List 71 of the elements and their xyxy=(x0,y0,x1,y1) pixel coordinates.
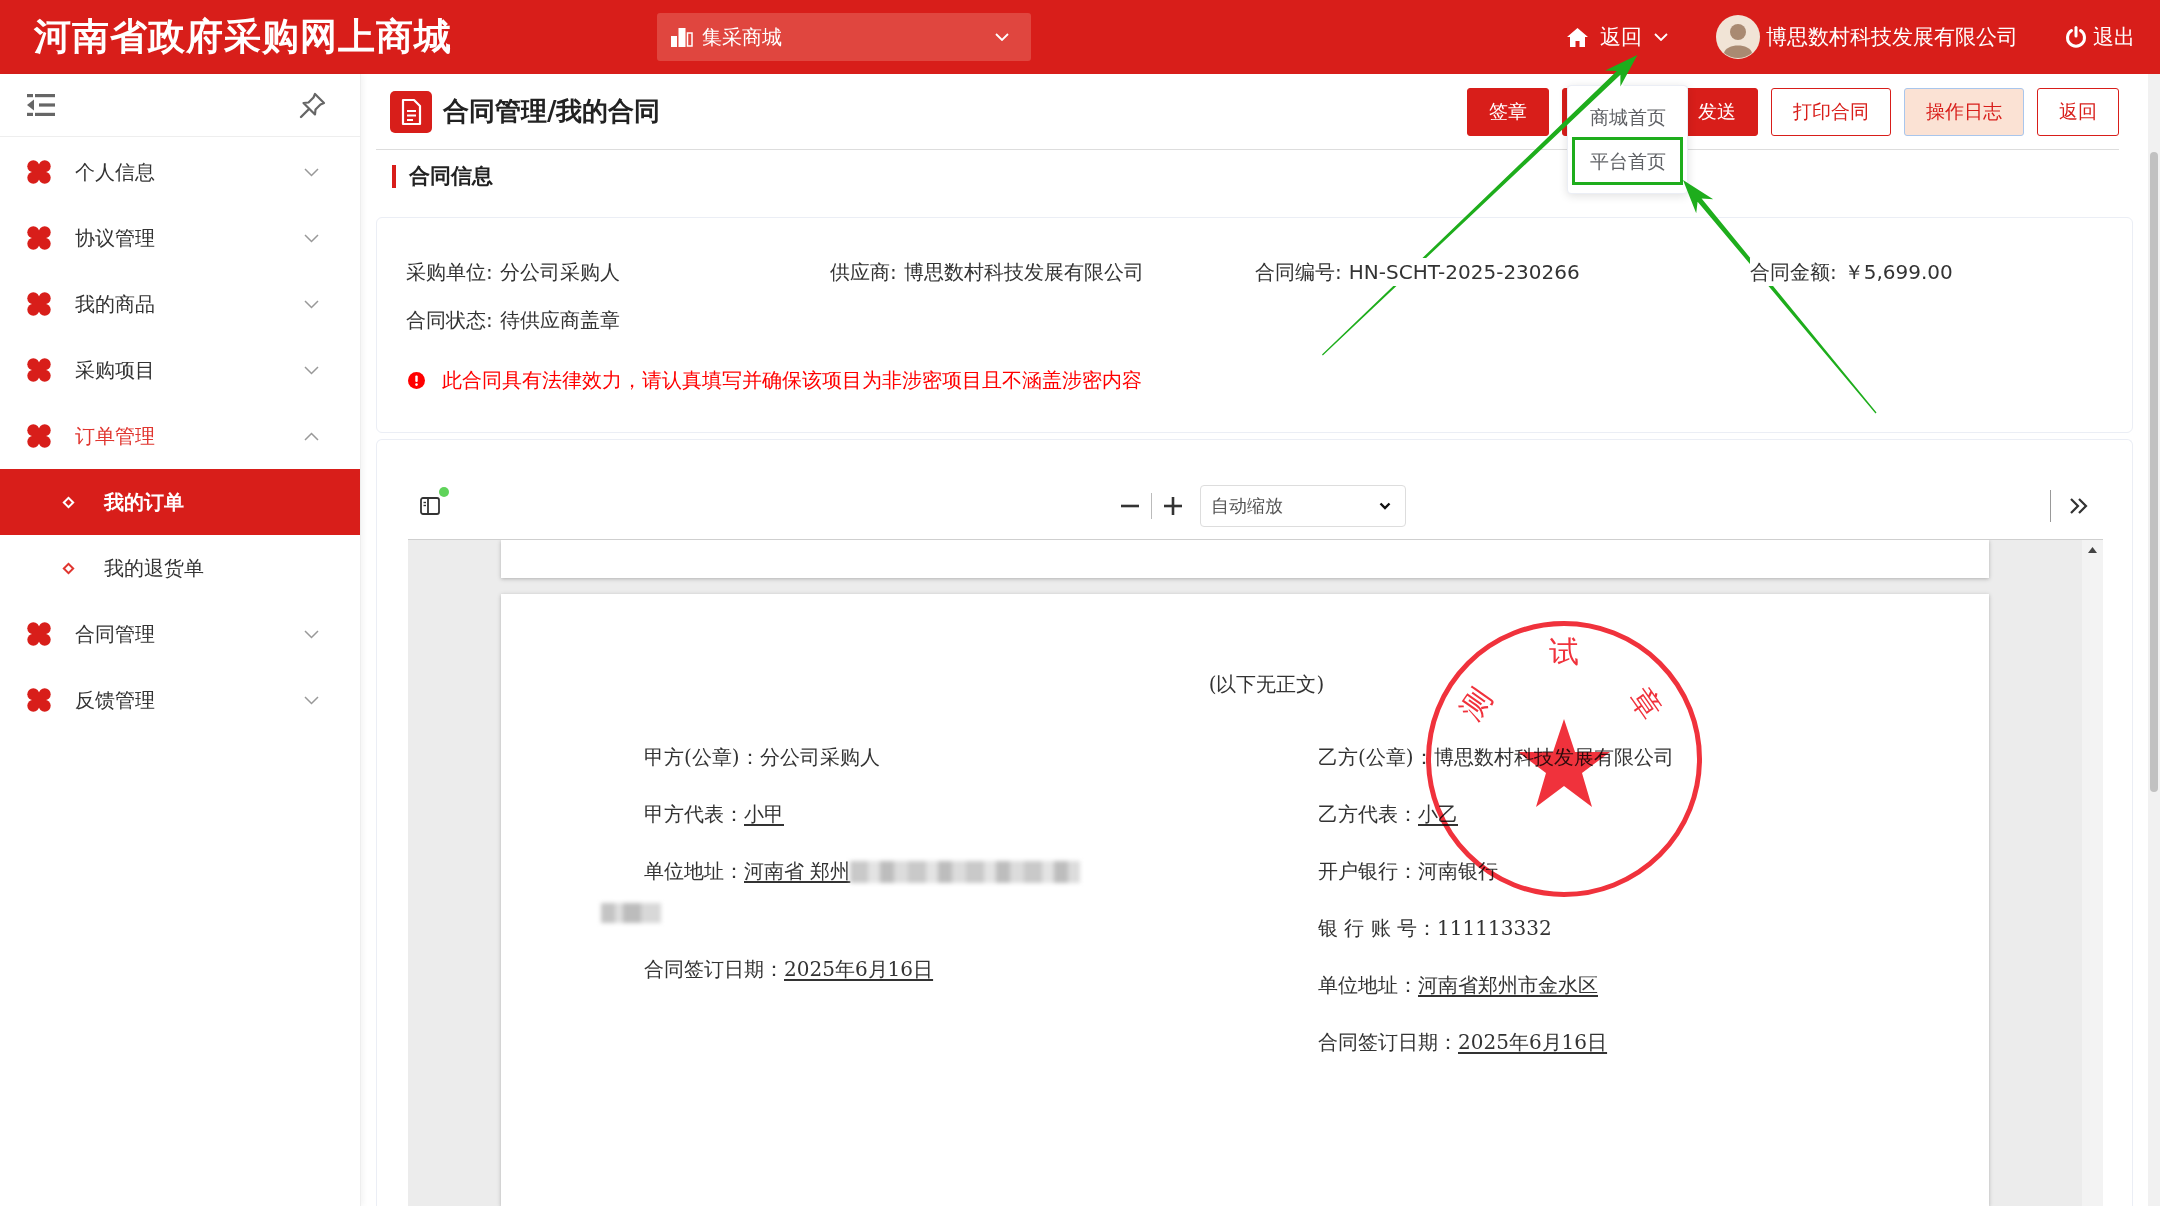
action-button[interactable]: 打印合同 xyxy=(1771,87,1891,136)
clover-icon xyxy=(27,424,51,448)
action-button[interactable]: 操作日志 xyxy=(1904,87,2024,136)
document-value: 111113332 xyxy=(1437,915,1552,942)
document-label: 开户银行： xyxy=(1318,858,1418,885)
document-label: 合同签订日期： xyxy=(644,956,784,983)
sidebar-item[interactable]: 个人信息 xyxy=(0,139,360,205)
clover-icon xyxy=(27,160,51,184)
document-label: 甲方(公章)： xyxy=(644,744,760,771)
scroll-up-icon[interactable] xyxy=(2088,547,2097,553)
caret-icon xyxy=(1378,502,1391,510)
document-value: 河南省郑州市金水区 xyxy=(1418,972,1598,999)
stamp-text: 测 xyxy=(1454,682,1498,726)
scrollbar-thumb[interactable] xyxy=(2150,152,2158,792)
clover-icon xyxy=(27,358,51,382)
user-name[interactable]: 博思数村科技发展有限公司 xyxy=(1766,23,2018,51)
caret-icon xyxy=(1654,33,1668,41)
power-icon xyxy=(2065,26,2087,48)
document-value: 2025年6月16日 xyxy=(784,956,934,983)
warning-text: 此合同具有法律效力，请认真填写并确保该项目为非涉密项目且不涵盖涉密内容 xyxy=(442,367,1142,394)
clover-icon xyxy=(27,688,51,712)
logout-button[interactable]: 退出 xyxy=(2065,23,2135,51)
document-label: 乙方代表： xyxy=(1318,801,1418,828)
sidebar-item[interactable]: 我的商品 xyxy=(0,271,360,337)
zoom-select[interactable]: 自动缩放 xyxy=(1199,485,1406,527)
sidebar-item[interactable]: 反馈管理 xyxy=(0,667,360,733)
diamond-icon xyxy=(62,495,75,509)
caret-icon xyxy=(995,33,1009,41)
document-value: 河南省 郑州 xyxy=(744,858,851,885)
action-button[interactable]: 返回 xyxy=(2037,87,2119,136)
field-value: HN-SCHT-2025-230266 xyxy=(1348,258,1580,286)
document-label: 乙方(公章)： xyxy=(1318,744,1434,771)
document-label: 银 行 账 号： xyxy=(1318,915,1438,942)
stamp-text: 试 xyxy=(1549,636,1579,668)
sidebar-item[interactable]: 合同管理 xyxy=(0,601,360,667)
dropdown-item[interactable]: 平台首页 xyxy=(1575,140,1680,182)
document-value: 小甲 xyxy=(744,801,784,828)
document-label: 合同签订日期： xyxy=(1318,1029,1458,1056)
document-label: 单位地址： xyxy=(1318,972,1418,999)
stamp-text: 章 xyxy=(1624,682,1668,726)
mall-select[interactable]: 集采商城 xyxy=(657,13,1031,61)
sidebar-icon[interactable] xyxy=(420,496,440,516)
sidebar-subitem[interactable]: 我的订单 xyxy=(0,469,360,535)
clover-icon xyxy=(27,226,51,250)
home-menu-button[interactable]: 返回 xyxy=(1567,22,1668,52)
sidebar-item[interactable]: 协议管理 xyxy=(0,205,360,271)
avatar-icon xyxy=(1716,15,1760,59)
bar-chart-icon xyxy=(671,27,693,47)
home-icon xyxy=(1567,27,1588,47)
pin-icon[interactable] xyxy=(299,91,326,119)
diamond-icon xyxy=(62,561,75,575)
sidebar-item[interactable]: 订单管理 xyxy=(0,403,360,469)
clover-icon xyxy=(27,622,51,646)
menu-collapse-icon[interactable] xyxy=(27,93,55,117)
exclamation-icon xyxy=(408,371,425,389)
section-heading: 合同信息 xyxy=(392,165,493,188)
page-title: 合同管理/我的合同 xyxy=(443,95,661,128)
document-label: 甲方代表： xyxy=(644,801,744,828)
document-value: 2025年6月16日 xyxy=(1458,1029,1608,1056)
clover-icon xyxy=(27,292,51,316)
action-button[interactable]: 签章 xyxy=(1467,87,1549,136)
document-label: 单位地址： xyxy=(644,858,744,885)
document-value: 分公司采购人 xyxy=(759,744,880,771)
field-label: 合同金额: xyxy=(1750,258,1837,286)
double-chevron-icon[interactable] xyxy=(2069,497,2089,515)
sidebar-subitem[interactable]: 我的退货单 xyxy=(0,535,360,601)
document-icon xyxy=(390,90,432,133)
plus-icon[interactable] xyxy=(1162,496,1183,516)
site-title: 河南省政府采购网上商城 xyxy=(34,15,452,59)
sidebar-item[interactable]: 采购项目 xyxy=(0,337,360,403)
document-text: (以下无正文) xyxy=(1208,671,1325,698)
